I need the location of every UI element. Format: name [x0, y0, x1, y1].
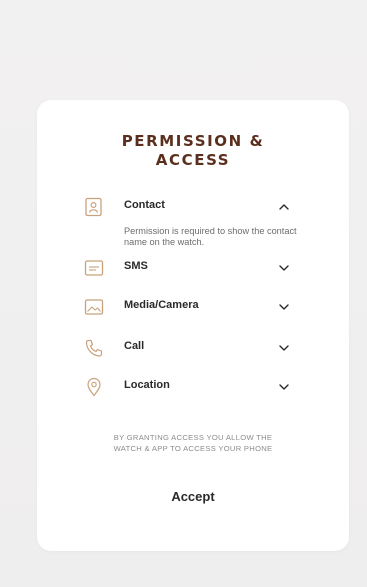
title-line-1: PERMISSION &	[121, 132, 265, 150]
notice-line-1: BY GRANTING ACCESS YOU ALLOW THE	[113, 433, 273, 442]
chevron-down-icon[interactable]	[277, 341, 291, 355]
permission-item-location[interactable]: Location	[37, 376, 349, 398]
screen-background: PERMISSION & ACCESS Contact Permission i…	[0, 0, 367, 587]
permission-description-contact: Permission is required to show the conta…	[124, 226, 297, 247]
permission-label-media-camera: Media/Camera	[124, 299, 199, 311]
permission-item-call[interactable]: Call	[37, 337, 349, 359]
permission-label-contact: Contact	[124, 199, 165, 211]
permission-item-contact[interactable]: Contact	[37, 196, 349, 218]
permission-label-sms: SMS	[124, 260, 148, 272]
chevron-down-icon[interactable]	[277, 261, 291, 275]
access-notice: BY GRANTING ACCESS YOU ALLOW THE WATCH &…	[37, 432, 349, 454]
permission-item-media-camera[interactable]: Media/Camera	[37, 296, 349, 318]
chevron-up-icon[interactable]	[277, 200, 291, 214]
page-title: PERMISSION & ACCESS	[37, 132, 349, 170]
chevron-down-icon[interactable]	[277, 380, 291, 394]
permission-label-call: Call	[124, 340, 145, 352]
notice-line-2: WATCH & APP TO ACCESS YOUR PHONE	[113, 444, 273, 453]
permission-label-location: Location	[124, 379, 170, 391]
permission-item-sms[interactable]: SMS	[37, 257, 349, 279]
phone-icon	[85, 339, 103, 357]
media-icon	[84, 299, 104, 315]
permission-card: PERMISSION & ACCESS Contact Permission i…	[37, 100, 349, 551]
location-pin-icon	[87, 377, 101, 397]
title-line-2: ACCESS	[155, 151, 231, 169]
chevron-down-icon[interactable]	[277, 300, 291, 314]
sms-icon	[84, 260, 104, 276]
contact-icon	[85, 197, 102, 217]
accept-button[interactable]: Accept	[143, 484, 243, 510]
